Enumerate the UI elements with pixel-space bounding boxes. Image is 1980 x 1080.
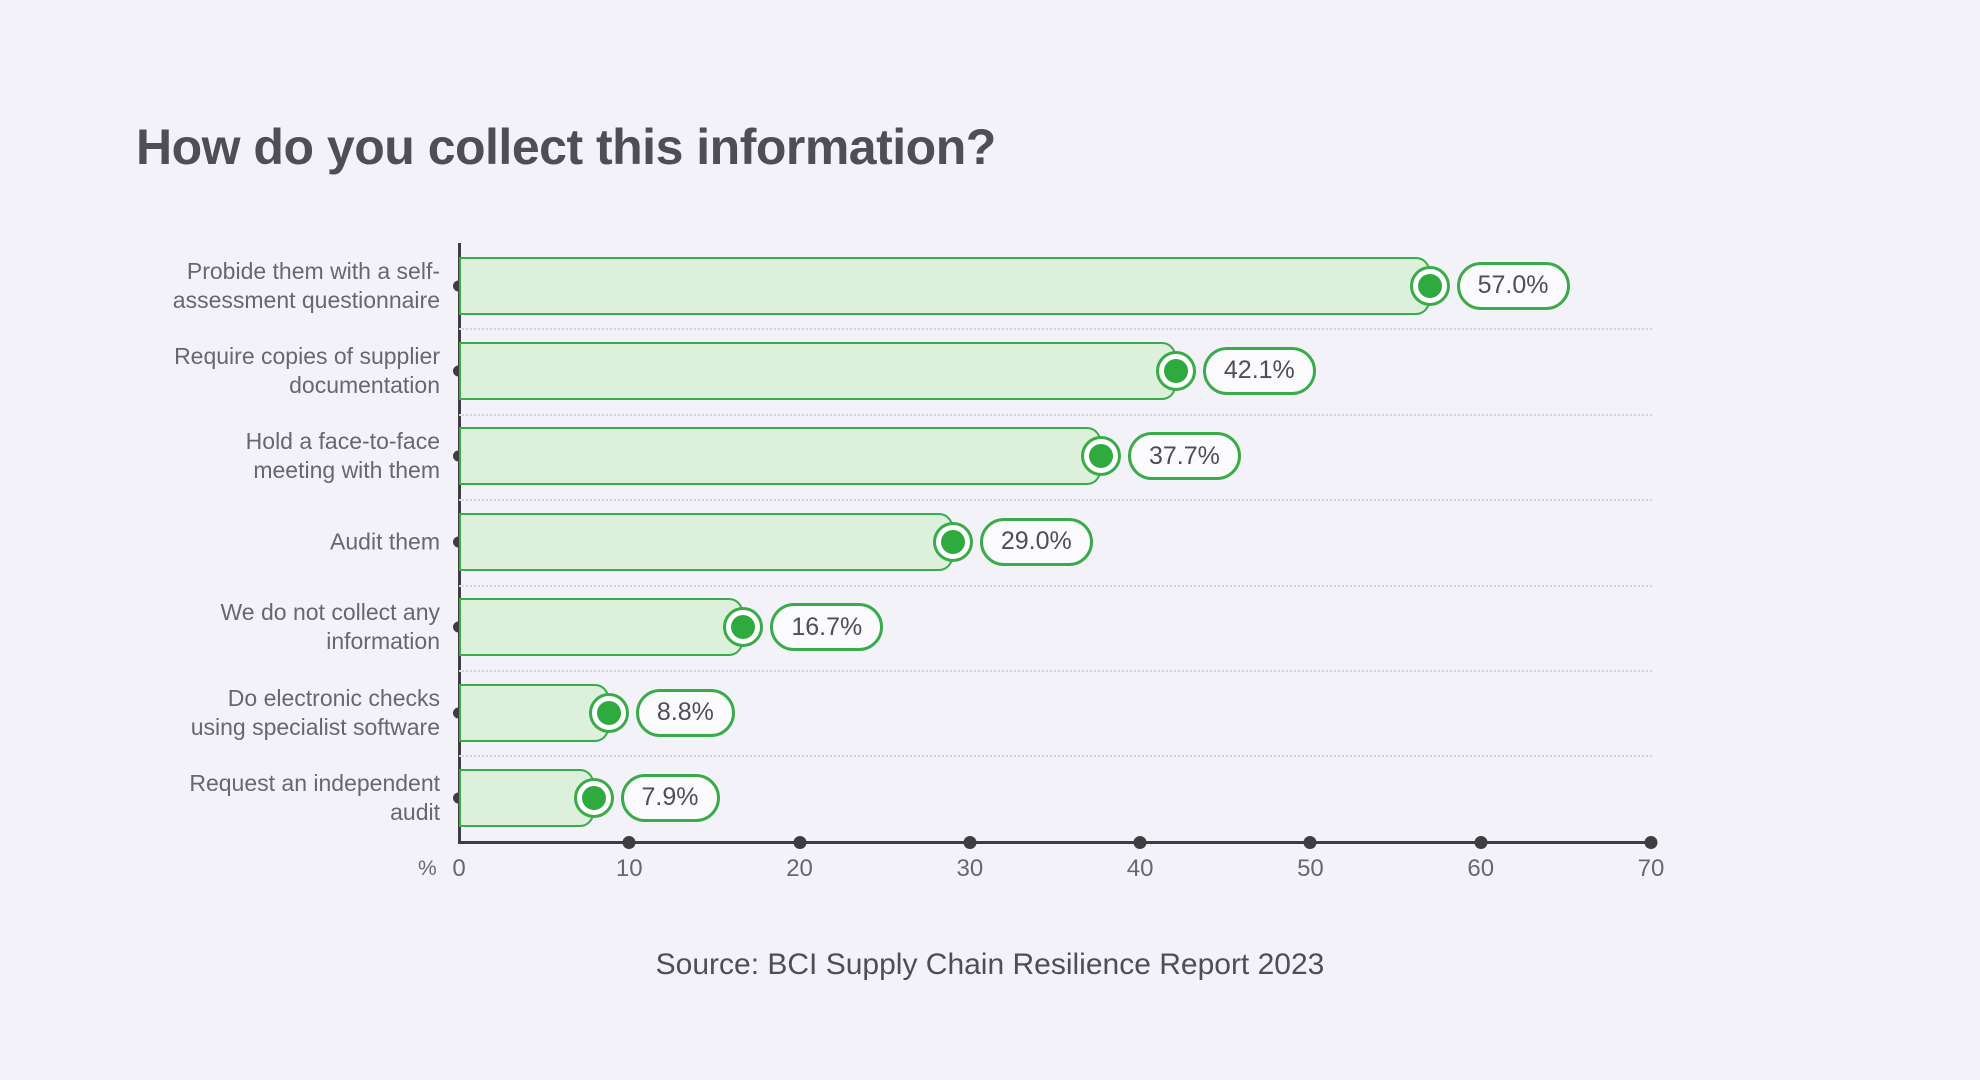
gridline <box>459 499 1652 502</box>
x-axis-tick-dot <box>793 836 807 849</box>
value-label: 16.7% <box>770 603 884 652</box>
x-axis-tick-label: 70 <box>1637 855 1665 882</box>
bar-end-marker <box>1409 265 1450 306</box>
value-label: 8.8% <box>635 688 735 737</box>
value-label: 37.7% <box>1127 432 1241 481</box>
category-label: Hold a face-to-face meeting with them <box>20 427 440 485</box>
x-axis-tick-label: 40 <box>1126 855 1154 882</box>
x-axis-tick-dot <box>1474 836 1488 849</box>
category-label-line: Audit them <box>330 528 440 555</box>
bar-end-marker <box>588 692 629 733</box>
category-label-line: using specialist software <box>190 713 440 740</box>
x-axis-tick-label: 30 <box>956 855 984 882</box>
bar-row[interactable]: Audit them 29.0% <box>0 499 1980 584</box>
category-label-line: audit <box>390 798 440 825</box>
x-axis-tick-dot <box>963 836 977 849</box>
bar-row[interactable]: Probide them with a self-assessment ques… <box>0 243 1980 328</box>
bar[interactable] <box>459 683 609 742</box>
bar-row[interactable]: Require copies of supplier documentation 4… <box>0 328 1980 413</box>
x-axis-tick-label: 20 <box>786 855 813 882</box>
chart-plot-area: Probide them with a self-assessment ques… <box>0 0 1980 1080</box>
value-label: 57.0% <box>1456 261 1570 310</box>
bar-row[interactable]: Hold a face-to-face meeting with them 37.7… <box>0 414 1980 499</box>
x-axis-tick-label: 10 <box>615 855 643 882</box>
gridline <box>459 670 1652 672</box>
x-axis-tick-dot <box>1133 836 1147 849</box>
bar-end-marker <box>1080 436 1121 477</box>
category-label-line: Request an independent <box>189 769 440 796</box>
category-label: Request an independent audit <box>20 769 440 827</box>
x-axis-line <box>458 841 1652 844</box>
bar-row[interactable]: We do not collect any information 16.7% <box>0 585 1980 670</box>
category-label-line: information <box>326 628 440 655</box>
category-label: Audit them <box>20 527 440 556</box>
x-axis-tick-label: 0 <box>452 855 466 882</box>
bar-end-marker <box>932 521 973 562</box>
bar[interactable] <box>459 427 1101 486</box>
x-axis-tick-dot <box>622 836 636 849</box>
x-axis-tick-dot <box>1303 836 1317 849</box>
category-label-line: Require copies of supplier <box>174 342 440 369</box>
bar[interactable] <box>459 512 953 571</box>
category-label: Probide them with a self-assessment ques… <box>20 257 440 315</box>
x-axis-tick-label: 60 <box>1467 855 1495 882</box>
gridline <box>459 584 1652 587</box>
x-axis-tick-dot <box>1644 836 1658 849</box>
value-label: 42.1% <box>1202 346 1316 395</box>
category-label: We do not collect any information <box>20 598 440 656</box>
bar[interactable] <box>459 341 1176 400</box>
x-axis-tick-label: 50 <box>1297 855 1324 882</box>
category-label-line: assessment questionnaire <box>172 286 440 313</box>
category-label-line: Do electronic checks <box>227 684 440 711</box>
category-label-line: documentation <box>289 371 440 398</box>
category-label: Require copies of supplier documentation <box>20 342 440 400</box>
category-label-line: We do not collect any <box>220 599 440 626</box>
bar[interactable] <box>459 598 744 657</box>
bar[interactable] <box>459 256 1430 315</box>
source-note: Source: BCI Supply Chain Resilience Repo… <box>655 948 1325 981</box>
bar-end-marker <box>723 607 764 648</box>
gridline <box>459 755 1652 758</box>
x-axis-unit-label: % <box>418 857 437 880</box>
category-label-line: Hold a face-to-face <box>245 428 440 455</box>
bar-end-marker <box>1155 350 1196 391</box>
bar-row[interactable]: Do electronic checks using specialist sof… <box>0 670 1980 755</box>
category-label-line: meeting with them <box>253 457 440 484</box>
value-label: 7.9% <box>620 773 720 822</box>
gridline <box>459 328 1652 331</box>
bar-end-marker <box>573 777 614 818</box>
category-label-line: Probide them with a self- <box>186 257 440 284</box>
gridline <box>459 413 1652 416</box>
value-label: 29.0% <box>979 517 1093 566</box>
category-label: Do electronic checks using specialist sof… <box>20 684 440 742</box>
bar-row[interactable]: Request an independent audit 7.9% <box>0 755 1980 840</box>
